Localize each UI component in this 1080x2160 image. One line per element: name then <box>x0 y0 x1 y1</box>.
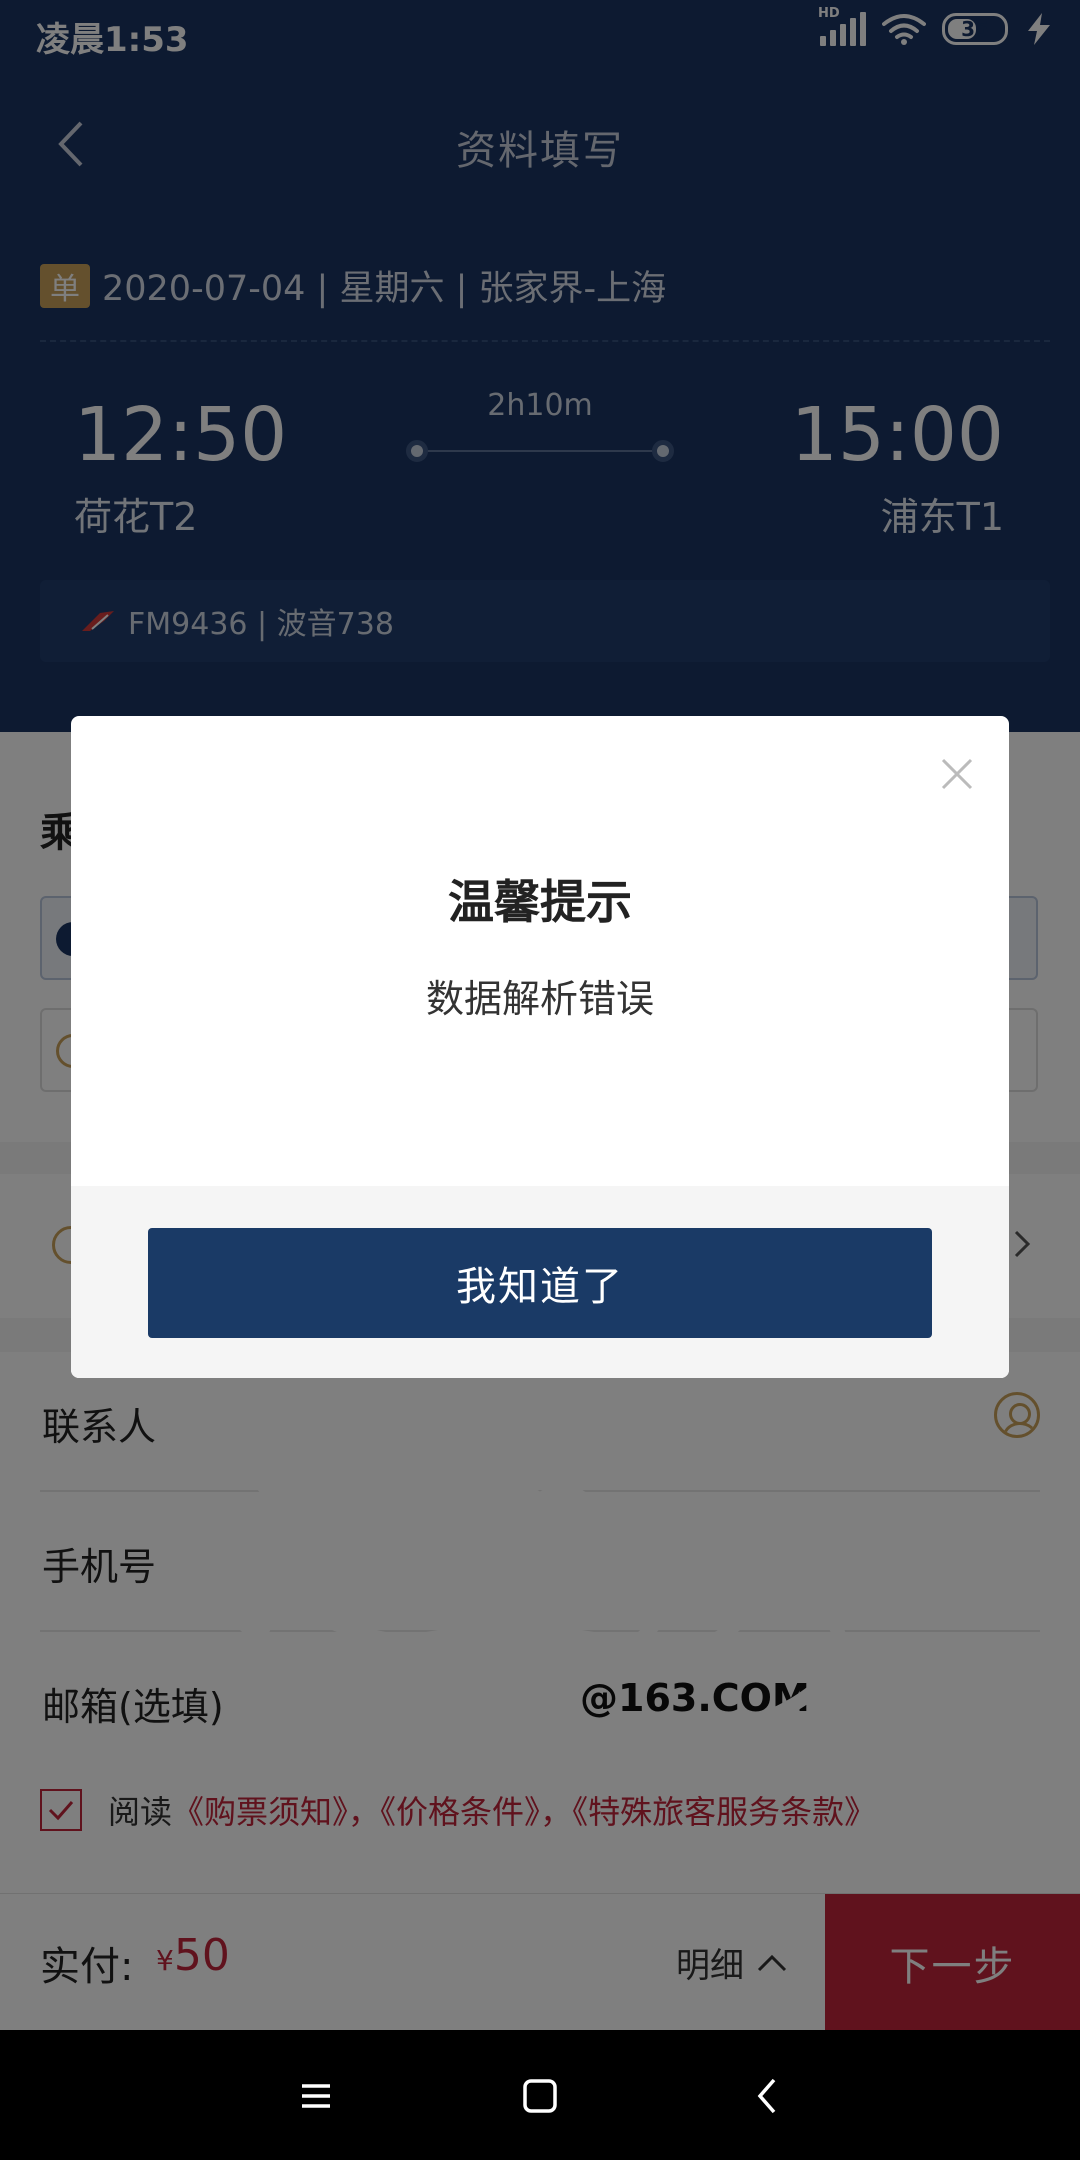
menu-icon[interactable] <box>288 2068 344 2124</box>
dialog-title: 温馨提示 <box>448 875 632 929</box>
system-nav-bar <box>0 2030 1080 2160</box>
alert-dialog: 温馨提示 数据解析错误 我知道了 <box>71 716 1009 1378</box>
dialog-message: 数据解析错误 <box>425 977 654 1021</box>
acknowledge-button[interactable]: 我知道了 <box>148 1228 932 1338</box>
dialog-footer: 我知道了 <box>71 1186 1009 1378</box>
close-icon[interactable] <box>937 754 977 794</box>
nav-back-icon[interactable] <box>740 2068 796 2124</box>
home-icon[interactable] <box>512 2068 568 2124</box>
